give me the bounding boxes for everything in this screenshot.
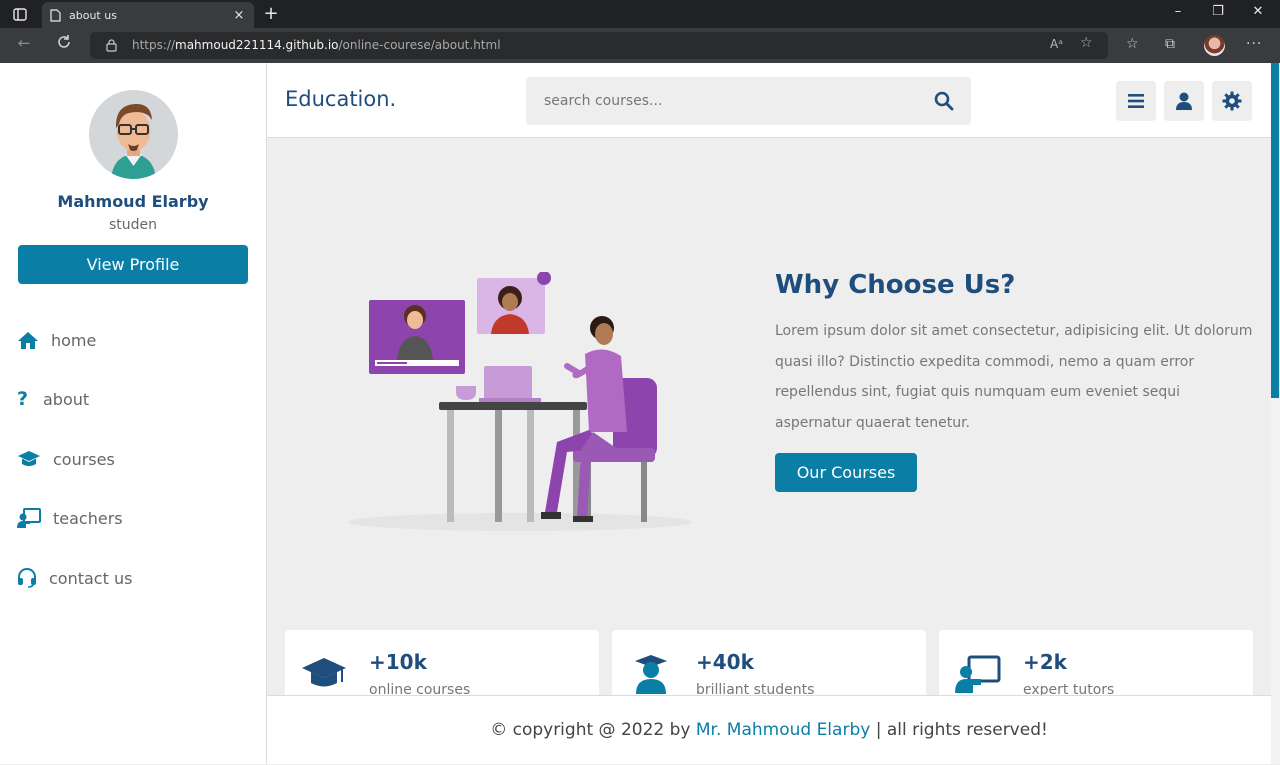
browser-tab-bar: about us × + – ❐ ✕ [0, 0, 1280, 28]
lock-icon[interactable] [106, 39, 117, 52]
search-bar [526, 77, 971, 125]
search-input[interactable] [526, 77, 926, 125]
browser-profile-avatar[interactable] [1204, 35, 1225, 56]
chalkboard-teacher-icon [17, 508, 41, 528]
favorites-icon[interactable]: ☆ [1126, 36, 1139, 52]
chalkboard-teacher-icon [955, 654, 1001, 694]
back-icon[interactable]: ← [12, 34, 36, 56]
graduation-cap-icon [17, 450, 41, 468]
new-tab-button[interactable]: + [262, 3, 280, 24]
stat-number: +40k [696, 650, 754, 674]
address-bar-row: ← https://mahmoud221114.github.io/online… [0, 28, 1280, 63]
tab-title: about us [69, 8, 117, 22]
url-text: https://mahmoud221114.github.io/online-c… [132, 38, 501, 52]
sidebar-item-label: contact us [49, 568, 133, 588]
user-graduate-icon [628, 654, 674, 694]
add-favorite-icon[interactable]: ☆ [1080, 35, 1093, 51]
menu-button[interactable] [1116, 81, 1156, 121]
user-button[interactable] [1164, 81, 1204, 121]
stat-label: expert tutors [1023, 682, 1115, 695]
stat-card: +10k online courses [285, 630, 599, 695]
tab-actions-icon[interactable] [8, 5, 32, 23]
avatar [89, 90, 178, 179]
logo[interactable]: Education. [285, 87, 396, 111]
sidebar: Mahmoud Elarby studen View Profile home … [0, 63, 267, 764]
collections-icon[interactable]: ⧉ [1165, 36, 1175, 52]
online-learning-illustration [345, 271, 695, 532]
stat-card: +40k brilliant students [612, 630, 926, 695]
question-icon: ? [17, 388, 29, 410]
home-icon [17, 331, 41, 350]
search-icon[interactable] [932, 89, 956, 113]
user-icon [1176, 92, 1192, 110]
menu-icon [1128, 94, 1144, 108]
sidebar-item-label: teachers [53, 508, 123, 528]
footer-author-link[interactable]: Mr. Mahmoud Elarby [696, 720, 870, 740]
page-header: Education. [267, 63, 1271, 138]
profile-role: studen [108, 217, 158, 233]
sidebar-item-contact[interactable]: contact us [17, 563, 132, 593]
section-title: Why Choose Us? [775, 270, 1016, 300]
more-icon[interactable]: ··· [1246, 36, 1262, 52]
view-profile-button[interactable]: View Profile [18, 245, 248, 284]
sidebar-item-home[interactable]: home [17, 325, 96, 355]
section-text: Lorem ipsum dolor sit amet consectetur, … [775, 323, 1253, 431]
sidebar-item-about[interactable]: ? about [17, 384, 89, 414]
restore-button[interactable]: ❐ [1206, 4, 1230, 19]
stat-card: +2k expert tutors [939, 630, 1253, 695]
page-icon [50, 8, 61, 22]
tab-close-icon[interactable]: × [232, 8, 246, 23]
stat-number: +10k [369, 650, 427, 674]
footer-suffix: | all rights reserved! [870, 720, 1048, 740]
url-field[interactable]: https://mahmoud221114.github.io/online-c… [90, 32, 1108, 59]
gear-icon [1222, 91, 1242, 111]
profile-name: Mahmoud Elarby [57, 192, 209, 211]
sidebar-item-label: courses [53, 449, 115, 469]
sidebar-item-courses[interactable]: courses [17, 444, 115, 474]
close-window-button[interactable]: ✕ [1246, 4, 1270, 19]
refresh-icon[interactable] [52, 34, 76, 56]
read-aloud-icon[interactable]: Aᵃ [1050, 37, 1063, 51]
footer-prefix: © copyright @ 2022 by [490, 720, 696, 740]
page-footer: © copyright @ 2022 by Mr. Mahmoud Elarby… [267, 695, 1271, 764]
minimize-button[interactable]: – [1166, 4, 1190, 19]
browser-tab[interactable]: about us × [42, 2, 254, 28]
sidebar-item-label: home [51, 330, 97, 350]
stat-label: brilliant students [696, 682, 815, 695]
scrollbar-thumb[interactable] [1271, 63, 1279, 398]
stat-number: +2k [1023, 650, 1067, 674]
headset-icon [17, 568, 41, 588]
about-section: Why Choose Us? Lorem ipsum dolor sit ame… [267, 138, 1271, 695]
sidebar-item-teachers[interactable]: teachers [17, 503, 123, 533]
our-courses-button[interactable]: Our Courses [775, 453, 917, 492]
graduation-cap-icon [301, 654, 347, 694]
sidebar-item-label: about [43, 389, 90, 409]
stat-label: online courses [369, 682, 471, 695]
settings-button[interactable] [1212, 81, 1252, 121]
